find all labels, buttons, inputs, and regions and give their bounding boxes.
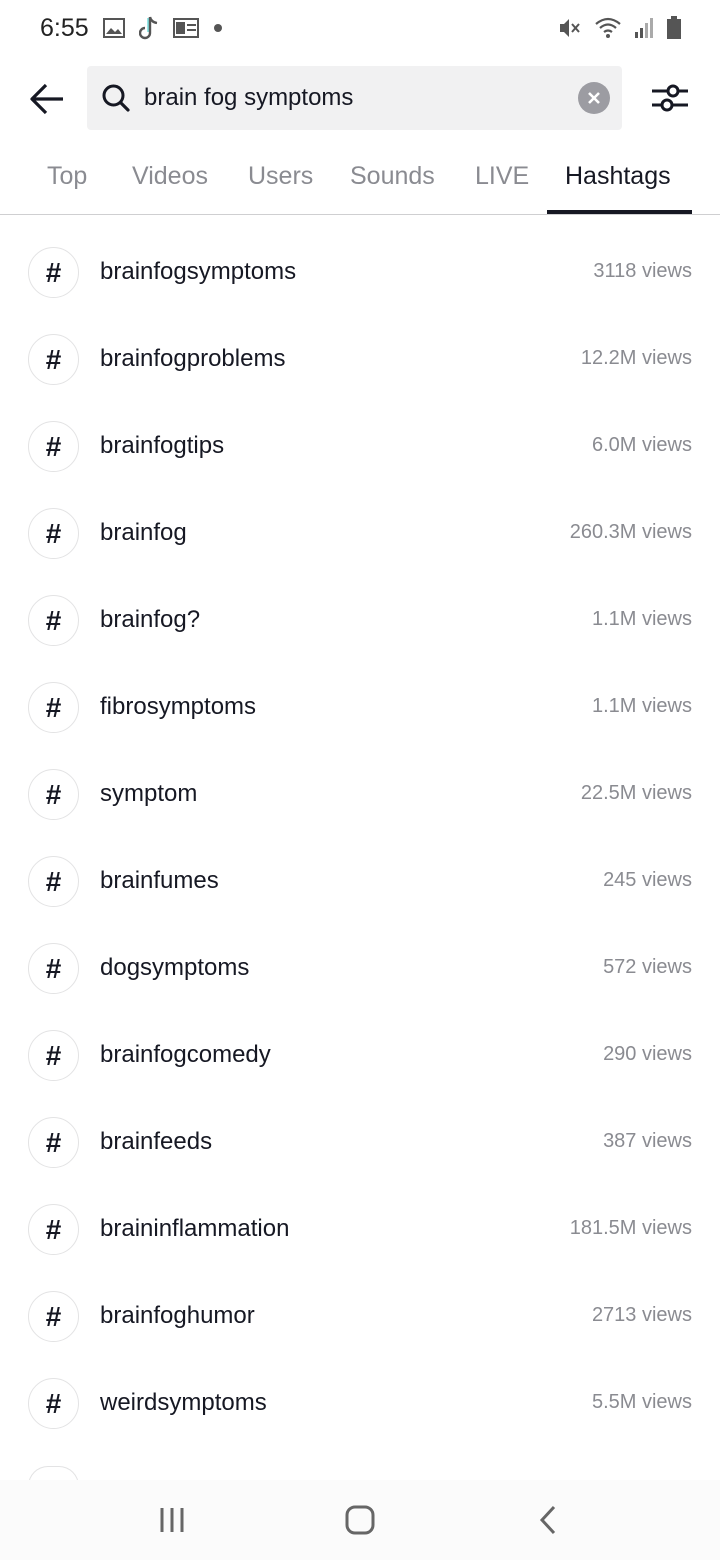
search-input[interactable]: [144, 84, 554, 112]
hashtag-icon: #: [28, 508, 79, 559]
hashtag-name: brainfogcomedy: [100, 1041, 271, 1068]
hashtag-row[interactable]: # brainfogcomedy 290 views: [0, 1011, 720, 1098]
hashtag-name: brainfogproblems: [100, 345, 286, 372]
hashtag-name: brainfeeds: [100, 1128, 213, 1155]
hashtag-row[interactable]: # brainfog 260.3M views: [0, 489, 720, 576]
status-system-icons: [558, 16, 682, 40]
hashtag-icon: #: [28, 943, 79, 994]
status-notification-icons: [102, 15, 223, 41]
hashtag-row[interactable]: # fibrosymptoms 1.1M views: [0, 663, 720, 750]
arrow-left-icon: [30, 83, 63, 115]
back-button[interactable]: [26, 78, 68, 120]
hashtag-views: 1.1M views: [591, 608, 692, 630]
active-tab-indicator: [547, 210, 692, 214]
hashtag-icon: #: [28, 334, 79, 385]
hashtag-name: dogsymptoms: [100, 954, 250, 981]
mute-icon: [558, 17, 582, 39]
hashtag-row[interactable]: # braininflammation 181.5M views: [0, 1185, 720, 1272]
hashtag-row[interactable]: # brainfogtips 6.0M views: [0, 402, 720, 489]
hashtag-name: brainfumes: [100, 867, 219, 894]
tab-users[interactable]: Users: [248, 162, 313, 191]
hashtag-name: brainfog?: [100, 606, 201, 633]
hashtag-views: 572 views: [603, 956, 692, 978]
hashtag-icon: #: [28, 595, 79, 646]
home-icon: [345, 1505, 375, 1535]
hashtag-name: brainfoghumor: [100, 1302, 255, 1329]
wifi-icon: [594, 17, 622, 39]
hashtag-row[interactable]: # brainfumes 245 views: [0, 837, 720, 924]
hashtag-icon: #: [28, 856, 79, 907]
hashtag-views: 245 views: [603, 869, 692, 891]
dot-icon: [213, 23, 223, 33]
hashtag-views: 181.5M views: [569, 1217, 692, 1239]
sliders-icon: [652, 84, 688, 112]
clear-search-button[interactable]: [578, 82, 610, 114]
system-back-button[interactable]: [526, 1500, 570, 1540]
hashtag-row[interactable]: # brainfogproblems 12.2M views: [0, 315, 720, 402]
system-nav-bar: [0, 1480, 720, 1560]
signal-icon: [634, 17, 654, 39]
image-icon: [102, 18, 125, 38]
hashtag-views: 290 views: [603, 1043, 692, 1065]
search-box[interactable]: [87, 66, 622, 130]
hashtag-row[interactable]: # brainfog? 1.1M views: [0, 576, 720, 663]
outlook-icon: [172, 18, 199, 38]
hashtag-name: fibrosymptoms: [100, 693, 257, 720]
recent-apps-button[interactable]: [150, 1500, 194, 1540]
recent-apps-icon: [160, 1508, 184, 1532]
hashtag-views: 1.1M views: [591, 695, 692, 717]
hashtag-row[interactable]: # brainfogsymptoms 3118 views: [0, 228, 720, 315]
hashtag-views: 2713 views: [591, 1304, 692, 1326]
filter-button[interactable]: [648, 80, 692, 116]
tab-hashtags[interactable]: Hashtags: [565, 162, 671, 191]
hashtag-row[interactable]: # weirdsymptoms 5.5M views: [0, 1359, 720, 1446]
hashtag-icon: #: [28, 682, 79, 733]
search-icon: [101, 83, 131, 113]
hashtag-icon: #: [28, 1204, 79, 1255]
hashtag-views: 5.5M views: [591, 1391, 692, 1413]
hashtag-icon: #: [28, 1030, 79, 1081]
hashtag-name: brainfogsymptoms: [100, 258, 297, 285]
status-bar: 6:55: [0, 0, 720, 56]
hashtag-row[interactable]: # dogsymptoms 572 views: [0, 924, 720, 1011]
hashtag-icon: #: [28, 1117, 79, 1168]
tiktok-icon: [138, 15, 159, 41]
hashtag-views: 12.2M views: [580, 347, 692, 369]
battery-icon: [666, 16, 682, 40]
hashtag-views: 3118 views: [593, 260, 692, 282]
hashtag-name: brainfogtips: [100, 432, 225, 459]
tab-videos[interactable]: Videos: [132, 162, 208, 191]
tab-top[interactable]: Top: [47, 162, 87, 191]
hashtag-icon: #: [28, 769, 79, 820]
hashtag-name: weirdsymptoms: [100, 1389, 267, 1416]
hashtag-icon: #: [28, 1291, 79, 1342]
hashtag-name: brainfog: [100, 519, 187, 546]
hashtag-icon: #: [28, 247, 79, 298]
status-time: 6:55: [40, 13, 89, 42]
tab-live[interactable]: LIVE: [475, 162, 529, 191]
hashtag-views: 6.0M views: [591, 434, 692, 456]
hashtag-views: 260.3M views: [569, 521, 692, 543]
search-tabs: Top Videos Users Sounds LIVE Hashtags: [0, 148, 720, 215]
home-button[interactable]: [338, 1500, 382, 1540]
hashtag-views: 387 views: [603, 1130, 692, 1152]
hashtag-views: 22.5M views: [580, 782, 692, 804]
close-icon: [588, 92, 600, 104]
search-header: [0, 66, 720, 130]
hashtag-name: braininflammation: [100, 1215, 290, 1242]
hashtag-list: # brainfogsymptoms 3118 views # brainfogpro…: [0, 228, 720, 1446]
hashtag-icon: #: [28, 1378, 79, 1429]
hashtag-row[interactable]: # brainfoghumor 2713 views: [0, 1272, 720, 1359]
hashtag-row[interactable]: # brainfeeds 387 views: [0, 1098, 720, 1185]
hashtag-name: symptom: [100, 780, 198, 807]
hashtag-icon: #: [28, 421, 79, 472]
hashtag-row[interactable]: # symptom 22.5M views: [0, 750, 720, 837]
back-nav-icon: [539, 1505, 556, 1535]
tab-sounds[interactable]: Sounds: [350, 162, 435, 191]
